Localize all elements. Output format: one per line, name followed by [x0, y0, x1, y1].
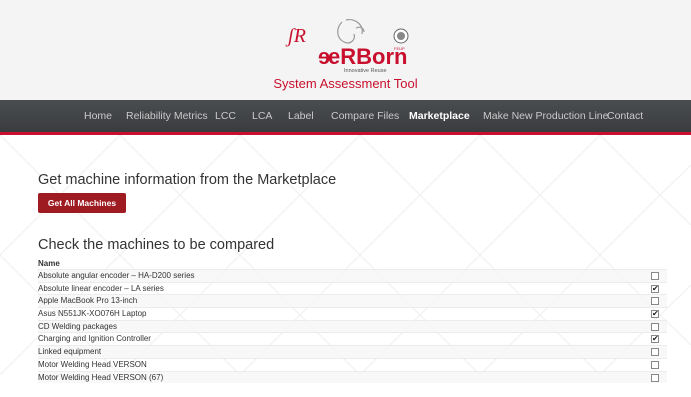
- nav-item-make-new-production-line[interactable]: Make New Production Line: [483, 110, 608, 122]
- nav-item-label[interactable]: Label: [288, 110, 314, 122]
- machine-name: Linked equipment: [38, 347, 102, 357]
- compare-heading: Check the machines to be compared: [38, 237, 275, 253]
- page-title: System Assessment Tool: [273, 76, 418, 91]
- erborn-logo[interactable]: ʃR ɘ eRBorn Innovative Reuse FEUP: [284, 14, 434, 84]
- machine-name: CD Welding packages: [38, 321, 118, 331]
- table-row: Charging and Ignition Controller ✔: [38, 332, 667, 345]
- nav-item-contact[interactable]: Contact: [607, 110, 643, 122]
- machine-name: Absolute angular encoder – HA-D200 serie…: [38, 271, 195, 280]
- site-header: ʃR ɘ eRBorn Innovative Reuse FEUP System…: [0, 0, 691, 100]
- compare-checkbox[interactable]: [651, 373, 659, 382]
- machine-name: Apple MacBook Pro 13-inch: [38, 296, 138, 306]
- machine-name: Charging and Ignition Controller: [38, 334, 151, 344]
- main-navigation: Home Reliability Metrics LCC LCA Label C…: [0, 100, 691, 135]
- compare-checkbox[interactable]: [651, 348, 659, 357]
- table-row: Asus N551JK-XO076H Laptop ✔: [38, 307, 667, 320]
- marketplace-heading: Get machine information from the Marketp…: [38, 172, 337, 188]
- table-row: Motor Welding Head VERSON: [38, 357, 667, 371]
- table-row: Absolute angular encoder – HA-D200 serie…: [38, 269, 667, 282]
- svg-text:Innovative Reuse: Innovative Reuse: [344, 68, 387, 74]
- svg-text:ʃR: ʃR: [285, 25, 306, 47]
- nav-item-home[interactable]: Home: [84, 110, 112, 122]
- machine-name: Asus N551JK-XO076H Laptop: [38, 309, 147, 319]
- table-row: Linked equipment: [38, 345, 667, 358]
- compare-checkbox[interactable]: [651, 360, 659, 369]
- compare-checkbox[interactable]: ✔: [651, 335, 659, 344]
- nav-item-marketplace[interactable]: Marketplace: [409, 110, 470, 122]
- table-row: Apple MacBook Pro 13-inch: [38, 294, 667, 308]
- nav-item-lcc[interactable]: LCC: [215, 110, 236, 122]
- machine-name: Motor Welding Head VERSON (67): [38, 372, 164, 382]
- table-row: Absolute linear encoder – LA series ✔: [38, 281, 667, 295]
- machines-table: Name Absolute angular encoder – HA-D200 …: [38, 258, 667, 384]
- nav-item-lca[interactable]: LCA: [252, 110, 272, 122]
- compare-checkbox[interactable]: [651, 272, 659, 280]
- svg-text:FEUP: FEUP: [394, 46, 405, 51]
- compare-checkbox[interactable]: [651, 322, 659, 331]
- machine-rows: Absolute angular encoder – HA-D200 serie…: [38, 269, 667, 384]
- table-row: Motor Welding Head VERSON (67): [38, 370, 667, 384]
- machine-name: Absolute linear encoder – LA series: [38, 283, 164, 293]
- get-all-machines-button[interactable]: Get All Machines: [38, 193, 126, 213]
- nav-item-compare-files[interactable]: Compare Files: [331, 110, 399, 122]
- compare-checkbox[interactable]: [651, 297, 659, 306]
- nav-item-reliability-metrics[interactable]: Reliability Metrics: [126, 110, 208, 122]
- name-column-header: Name: [38, 259, 60, 268]
- compare-checkbox[interactable]: ✔: [651, 310, 659, 319]
- table-row: CD Welding packages: [38, 319, 667, 333]
- machine-name: Motor Welding Head VERSON: [38, 359, 147, 369]
- compare-checkbox[interactable]: ✔: [651, 284, 659, 293]
